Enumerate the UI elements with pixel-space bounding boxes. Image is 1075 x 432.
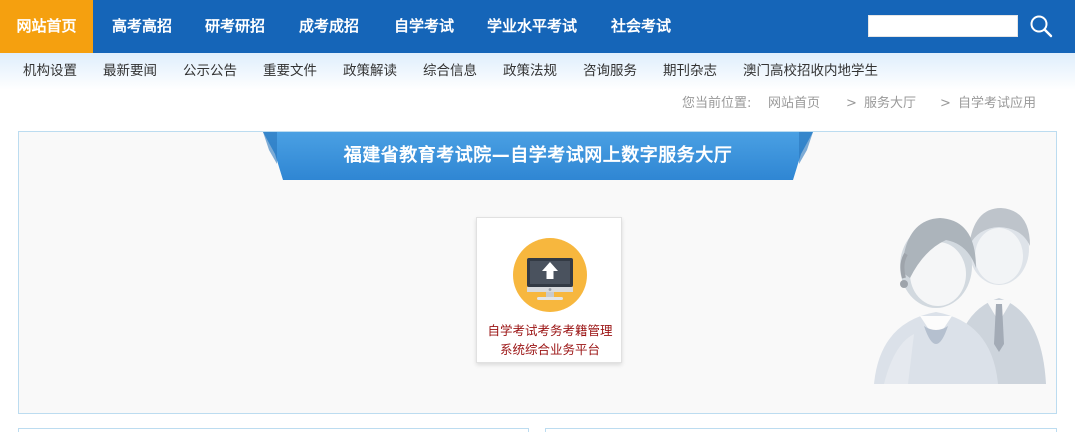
- service-card-zikao-platform[interactable]: 自学考试考务考籍管理 系统综合业务平台: [476, 217, 622, 363]
- nav-item-yankao[interactable]: 研考研招: [205, 0, 265, 53]
- subnav-item-jigou[interactable]: 机构设置: [23, 53, 77, 90]
- nav-item-gaokao[interactable]: 高考高招: [112, 0, 172, 53]
- breadcrumb-prefix: 您当前位置:: [682, 96, 752, 111]
- nav-item-zikao[interactable]: 自学考试: [394, 0, 454, 53]
- breadcrumb-separator: >: [846, 96, 857, 111]
- search-button[interactable]: [1026, 11, 1056, 41]
- breadcrumb-home[interactable]: 网站首页: [768, 94, 820, 114]
- nav-item-xueye[interactable]: 学业水平考试: [487, 0, 577, 53]
- subnav-item-xinxi[interactable]: 综合信息: [423, 53, 477, 90]
- sub-navigation: 机构设置 最新要闻 公示公告 重要文件 政策解读 综合信息 政策法规 咨询服务 …: [0, 53, 1075, 90]
- service-card-label: 自学考试考务考籍管理 系统综合业务平台: [477, 321, 623, 359]
- subnav-item-fagui[interactable]: 政策法规: [503, 53, 557, 90]
- breadcrumb-service-hall[interactable]: 服务大厅: [864, 94, 916, 114]
- nav-item-home[interactable]: 网站首页: [0, 0, 93, 53]
- subnav-item-aomen[interactable]: 澳门高校招收内地学生: [743, 53, 878, 90]
- top-navigation: 网站首页 高考高招 研考研招 成考成招 自学考试 学业水平考试 社会考试: [0, 0, 1075, 53]
- search-input[interactable]: [868, 15, 1018, 37]
- breadcrumb-separator: >: [940, 96, 951, 111]
- subnav-item-wenjian[interactable]: 重要文件: [263, 53, 317, 90]
- subnav-item-jiedu[interactable]: 政策解读: [343, 53, 397, 90]
- subnav-item-zixun[interactable]: 咨询服务: [583, 53, 637, 90]
- lower-left-panel: [18, 428, 529, 432]
- subnav-item-gonggao[interactable]: 公示公告: [183, 53, 237, 90]
- service-card-label-line1: 自学考试考务考籍管理: [487, 323, 613, 338]
- page-title: 福建省教育考试院—自学考试网上数字服务大厅: [343, 145, 733, 166]
- service-card-label-line2: 系统综合业务平台: [499, 342, 600, 357]
- nav-item-shehui[interactable]: 社会考试: [611, 0, 671, 53]
- nav-item-chengkao[interactable]: 成考成招: [299, 0, 359, 53]
- computer-upload-icon: [513, 238, 587, 312]
- service-hall-panel: 福建省教育考试院—自学考试网上数字服务大厅 自学考试考务考籍管理 系统综合业务平…: [18, 131, 1057, 414]
- breadcrumb-current: 自学考试应用: [958, 96, 1037, 111]
- subnav-item-yaowen[interactable]: 最新要闻: [103, 53, 157, 90]
- lower-right-panel: [545, 428, 1057, 432]
- subnav-item-qikan[interactable]: 期刊杂志: [663, 53, 717, 90]
- search-icon: [1030, 15, 1053, 38]
- customer-service-mascot: [874, 208, 1046, 384]
